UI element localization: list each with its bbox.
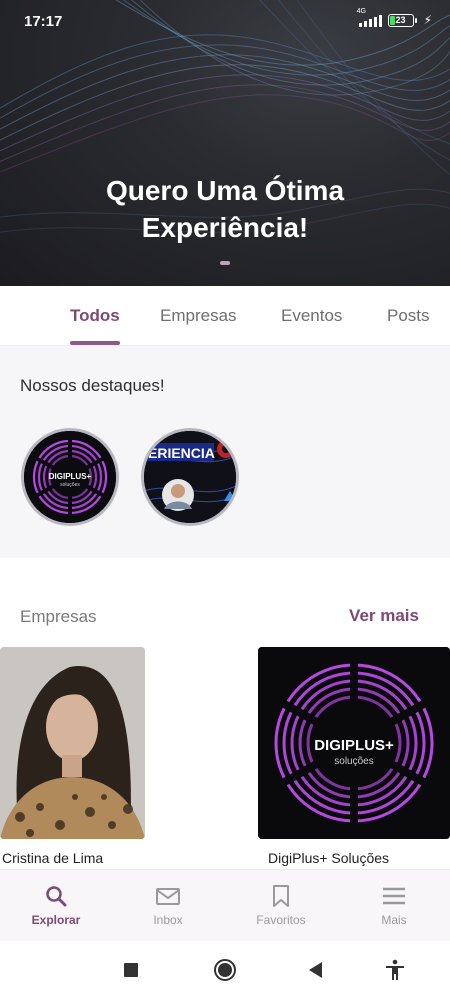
digiplus-card-logo-subtext: soluções [334,756,373,767]
highlight-story-experiencia[interactable]: ERIENCIA [141,428,239,526]
hero-title-line2: Experiência! [141,212,309,243]
digiplus-story-logo-text: DIGIPLUS+ [49,472,92,481]
category-tabs: Todos Empresas Eventos Posts [0,286,450,346]
tab-eventos[interactable]: Eventos [281,306,342,326]
highlights-title: Nossos destaques! [20,376,165,395]
company-name-digiplus[interactable]: DigiPlus+ Soluções [268,850,389,866]
companies-title: Empresas [20,607,97,626]
company-name-cristina[interactable]: Cristina de Lima [2,850,103,866]
cristina-photo [0,647,145,839]
battery-icon: 23 [387,13,417,27]
company-card-cristina[interactable] [0,647,145,839]
nav-explorar-label: Explorar [31,913,81,927]
tab-todos[interactable]: Todos [70,306,120,326]
battery-percentage: 23 [395,14,406,25]
carousel-indicator[interactable] [220,261,230,265]
hero-banner: 17:17 4G 23 ⚡ Quero Uma Ótima Experiênci… [0,0,450,286]
highlights-section: Nossos destaques! DIGIPLUS+ soluções ERI… [0,346,450,558]
company-card-digiplus[interactable]: DIGIPLUS+ soluções [258,647,450,839]
status-icons: 4G 23 ⚡ [357,8,432,28]
digiplus-logo-icon: DIGIPLUS+ soluções [24,431,116,523]
hero-title: Quero Uma Ótima Experiência! [0,172,450,246]
nav-favoritos[interactable]: Favoritos [225,870,337,942]
mail-icon [156,888,180,905]
status-bar: 17:17 4G 23 ⚡ [0,0,450,44]
digiplus-card-logo: DIGIPLUS+ soluções [258,647,450,839]
hero-title-line1: Quero Uma Ótima [105,175,345,206]
nav-mais[interactable]: Mais [338,870,450,942]
system-navigation-bar [0,941,450,1000]
search-icon [46,886,67,907]
active-tab-indicator [70,341,120,345]
accessibility-icon[interactable] [383,958,407,982]
highlight-story-digiplus[interactable]: DIGIPLUS+ soluções [21,428,119,526]
tab-empresas[interactable]: Empresas [160,306,237,326]
digiplus-story-logo-subtext: soluções [60,482,80,488]
back-icon[interactable] [304,958,328,982]
network-label: 4G [356,7,366,15]
nav-favoritos-label: Favoritos [256,913,306,927]
menu-icon [383,887,405,905]
bottom-navigation: Explorar Inbox Favoritos Mais [0,869,450,941]
bookmark-icon [273,885,289,907]
charging-icon: ⚡ [423,13,432,27]
story-headline-text: ERIENCIA [148,445,215,461]
nav-mais-label: Mais [381,913,407,927]
nav-inbox-label: Inbox [153,913,183,927]
signal-icon: 4G [357,8,382,27]
home-icon[interactable] [213,958,237,982]
experiencia-thumbnail: ERIENCIA [144,431,236,523]
status-time: 17:17 [24,13,63,30]
nav-explorar[interactable]: Explorar [0,870,112,942]
nav-inbox[interactable]: Inbox [112,870,224,942]
see-more-link[interactable]: Ver mais [349,606,419,626]
tab-posts[interactable]: Posts [387,306,430,326]
recent-apps-icon[interactable] [119,958,143,982]
digiplus-card-logo-text: DIGIPLUS+ [314,737,394,754]
